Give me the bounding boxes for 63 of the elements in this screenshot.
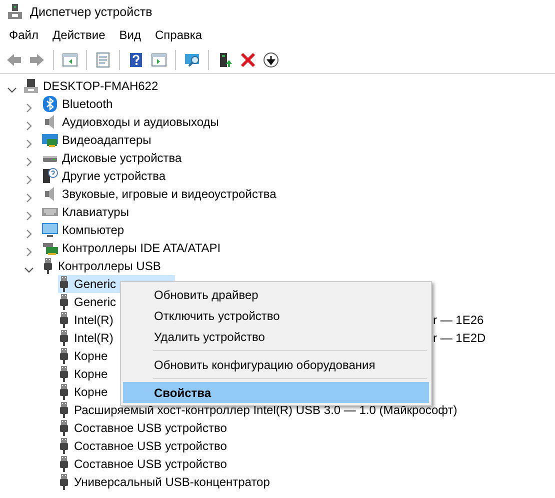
- tree-item-text: r — 1E26: [433, 312, 485, 329]
- tree-item[interactable]: Видеоадаптеры: [42, 131, 154, 149]
- tree-item[interactable]: Составное USB устройство: [58, 455, 230, 473]
- display-adapter-icon: [42, 132, 58, 148]
- usb-plug-icon: [58, 456, 70, 472]
- usb-plug-icon: [58, 420, 70, 436]
- tree-item[interactable]: Дисковые устройства: [42, 149, 185, 167]
- tree-item[interactable]: Аудиовходы и аудиовыходы: [42, 113, 222, 131]
- tree-item[interactable]: Корне: [58, 365, 111, 383]
- tree-item[interactable]: Универсальный USB-концентратор: [58, 473, 273, 491]
- monitor-icon: [42, 222, 58, 238]
- usb-plug-icon: [58, 312, 70, 328]
- tree-item[interactable]: Bluetooth: [42, 95, 116, 113]
- usb-plug-icon: [42, 258, 54, 274]
- tree-item[interactable]: Intel(R): [58, 311, 116, 329]
- usb-plug-icon: [58, 438, 70, 454]
- unknown-device-icon: [42, 168, 58, 184]
- usb-plug-icon: [58, 366, 70, 382]
- usb-plug-icon: [58, 330, 70, 346]
- device-enable-icon[interactable]: [217, 52, 233, 68]
- menu-item[interactable]: Файл: [2, 26, 46, 44]
- computer-icon: [23, 78, 39, 94]
- window-title: Диспетчер устройств: [30, 4, 152, 21]
- tree-item[interactable]: Корне: [58, 347, 111, 365]
- menu-item[interactable]: Свойства: [123, 382, 429, 403]
- back-arrow-icon[interactable]: [6, 52, 22, 68]
- tree-item[interactable]: DESKTOP-FMAH622: [23, 77, 162, 95]
- tree-item[interactable]: Intel(R): [58, 329, 116, 347]
- menu-item[interactable]: Обновить конфигурацию оборудования: [123, 354, 429, 375]
- pane-icon[interactable]: [151, 52, 167, 68]
- tree-item[interactable]: Расширяемый хост-контроллер Intel(R) USB 3.0 — 1.0 (Майкрософт): [58, 401, 460, 419]
- tree-item[interactable]: Составное USB устройство: [58, 437, 230, 455]
- download-icon[interactable]: [263, 52, 279, 68]
- delete-icon[interactable]: [240, 52, 256, 68]
- usb-plug-icon: [58, 348, 70, 364]
- tree-item[interactable]: Контроллеры USB: [42, 257, 164, 275]
- help-icon[interactable]: [128, 52, 144, 68]
- usb-plug-icon: [58, 276, 70, 292]
- menu-item[interactable]: Удалить устройство: [123, 326, 429, 347]
- menu-item[interactable]: Действие: [46, 26, 112, 44]
- usb-plug-icon: [58, 384, 70, 400]
- tree-item[interactable]: Корне: [58, 383, 111, 401]
- usb-plug-icon: [58, 474, 70, 490]
- menu-item[interactable]: Вид: [112, 26, 148, 44]
- menu-item[interactable]: Справка: [148, 26, 210, 44]
- device-manager-icon: [8, 4, 22, 20]
- usb-plug-icon: [58, 402, 70, 418]
- tree-item[interactable]: Звуковые, игровые и видеоустройства: [42, 185, 280, 203]
- tree-item[interactable]: Клавиатуры: [42, 203, 132, 221]
- bluetooth-icon: [42, 96, 58, 112]
- tree-item[interactable]: Generic: [58, 293, 120, 311]
- forward-arrow-icon[interactable]: [29, 52, 45, 68]
- tree-item[interactable]: Другие устройства: [42, 167, 169, 185]
- tree-item[interactable]: Контроллеры IDE ATA/ATAPI: [42, 239, 224, 257]
- controller-card-icon: [42, 240, 58, 256]
- tree-item[interactable]: Составное USB устройство: [58, 419, 230, 437]
- usb-plug-icon: [58, 294, 70, 310]
- tree-item-text: r — 1E2D: [433, 330, 487, 347]
- properties-icon[interactable]: [95, 52, 111, 68]
- monitor-search-icon[interactable]: [184, 52, 200, 68]
- pane-icon[interactable]: [62, 52, 78, 68]
- tree-item[interactable]: Компьютер: [42, 221, 128, 239]
- menu-item[interactable]: Отключить устройство: [123, 305, 429, 326]
